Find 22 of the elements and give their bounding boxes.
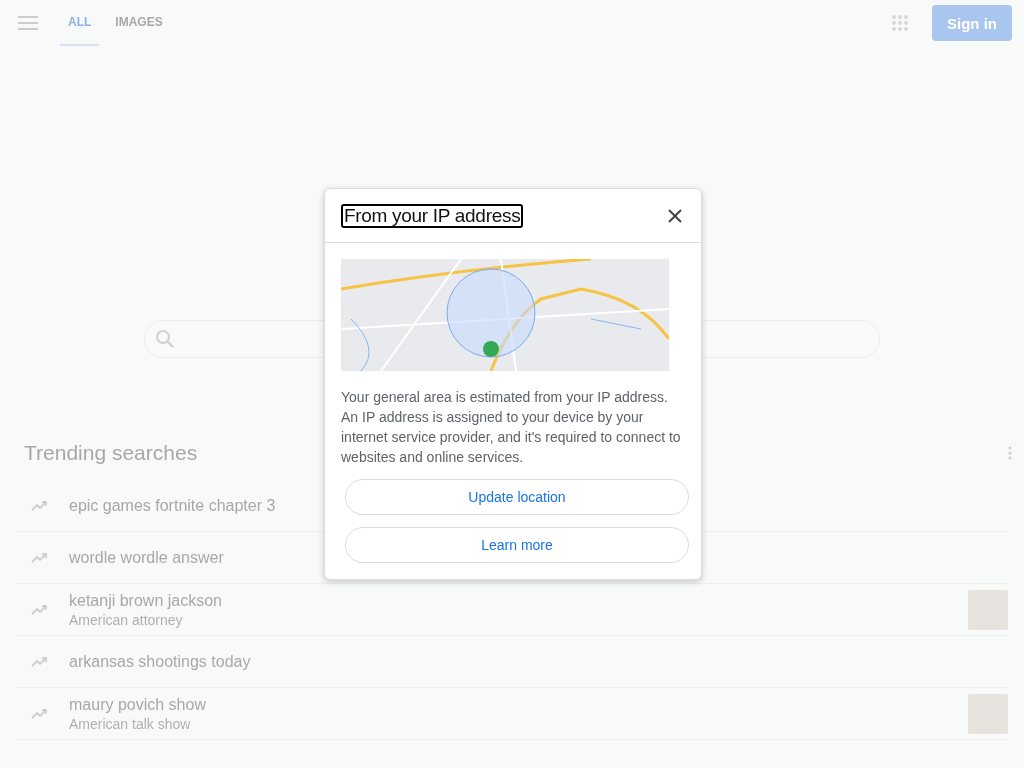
trending-up-icon xyxy=(31,655,49,668)
dialog-title: From your IP address xyxy=(341,204,524,228)
trending-query[interactable]: arkansas shootings today xyxy=(69,652,251,671)
query-description: American talk show xyxy=(69,715,191,732)
trending-up-icon xyxy=(31,603,49,616)
dialog-action-button[interactable]: Update location xyxy=(345,479,689,515)
more-options-icon[interactable] xyxy=(1008,446,1012,460)
section-title: Trending searches xyxy=(24,441,198,465)
search-icon xyxy=(155,329,175,349)
trending-up-icon xyxy=(31,499,49,512)
query-description: American attorney xyxy=(69,611,183,628)
trending-query[interactable]: epic games fortnite chapter 3 xyxy=(69,496,276,515)
trending-up-icon xyxy=(31,707,49,720)
trending-up-icon xyxy=(31,551,49,564)
dialog-action-button[interactable]: Learn more xyxy=(345,527,689,563)
nav-tab[interactable]: IMAGES xyxy=(107,0,171,46)
dialog-description: Your general area is estimated from your IP address. An IP address is assigned to your device by your internet service provider, and it's required to connect to websites and online services. xyxy=(341,388,682,467)
sign-in-button[interactable]: Sign in xyxy=(932,5,1012,41)
trending-query[interactable]: ketanji brown jackson xyxy=(69,591,222,610)
nav-tab[interactable]: ALL xyxy=(60,0,100,46)
trending-query[interactable]: wordle wordle answer xyxy=(69,548,224,567)
trending-query[interactable]: maury povich show xyxy=(69,695,206,714)
